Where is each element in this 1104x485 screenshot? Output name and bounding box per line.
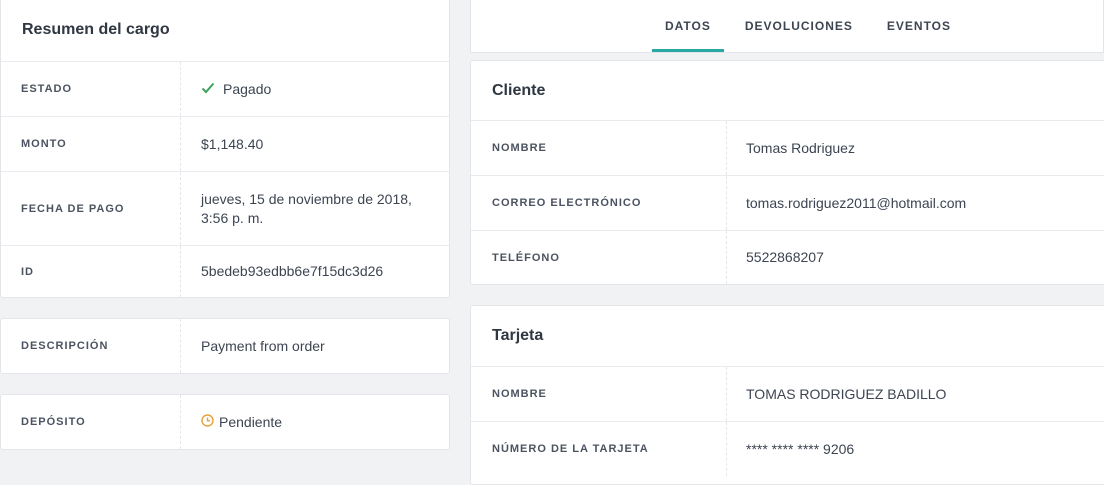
- payment-date-row: FECHA DE PAGO jueves, 15 de noviembre de…: [1, 171, 449, 245]
- deposit-text: Pendiente: [219, 413, 283, 430]
- id-row: ID 5bedeb93edbb6e7f15dc3d26: [1, 245, 449, 297]
- payment-date-line1: jueves, 15 de noviembre de 2018,: [201, 190, 412, 207]
- card-number-value: **** **** **** 9206: [746, 440, 855, 457]
- status-row: ESTADO Pagado: [1, 61, 449, 116]
- client-email-row: CORREO ELECTRÓNICO tomas.rodriguez2011@h…: [471, 175, 1104, 230]
- card-name-row: NOMBRE TOMAS RODRIGUEZ BADILLO: [471, 366, 1104, 421]
- deposit-label: DEPÓSITO: [1, 395, 181, 449]
- tab-datos[interactable]: DATOS: [651, 0, 724, 52]
- id-label: ID: [1, 246, 181, 297]
- description-value: Payment from order: [201, 337, 325, 354]
- deposit-value: Pendiente: [181, 395, 449, 449]
- payment-date-label: FECHA DE PAGO: [1, 172, 181, 245]
- client-email-label: CORREO ELECTRÓNICO: [471, 176, 727, 230]
- clock-icon: [201, 413, 214, 432]
- amount-value: $1,148.40: [201, 135, 264, 152]
- amount-row: MONTO $1,148.40: [1, 116, 449, 171]
- client-name-label: NOMBRE: [471, 121, 727, 175]
- tab-eventos[interactable]: EVENTOS: [874, 0, 964, 52]
- client-phone-row: TELÉFONO 5522868207: [471, 230, 1104, 284]
- amount-label: MONTO: [1, 117, 181, 171]
- charge-summary-title: Resumen del cargo: [22, 21, 170, 38]
- client-phone-value: 5522868207: [746, 249, 824, 265]
- card-name-label: NOMBRE: [471, 367, 727, 421]
- id-value: 5bedeb93edbb6e7f15dc3d26: [201, 263, 384, 279]
- deposit-card: DEPÓSITO Pendiente: [0, 394, 450, 450]
- description-label: DESCRIPCIÓN: [1, 319, 181, 373]
- client-title: Cliente: [492, 81, 546, 99]
- payment-date-value: jueves, 15 de noviembre de 2018, 3:56 p.…: [181, 172, 449, 245]
- status-value: Pagado: [181, 62, 449, 116]
- status-text: Pagado: [223, 80, 272, 97]
- card-name-value: TOMAS RODRIGUEZ BADILLO: [746, 385, 947, 402]
- check-icon: [201, 80, 215, 99]
- client-name-row: NOMBRE Tomas Rodriguez: [471, 120, 1104, 175]
- client-email-value: tomas.rodriguez2011@hotmail.com: [746, 194, 967, 211]
- client-phone-label: TELÉFONO: [471, 231, 727, 284]
- client-card: Cliente NOMBRE Tomas Rodriguez CORREO EL…: [470, 60, 1104, 285]
- status-label: ESTADO: [1, 62, 181, 116]
- detail-tabs: DATOS DEVOLUCIONES EVENTOS: [470, 0, 1104, 53]
- payment-card-title: Tarjeta: [492, 327, 544, 344]
- client-name-value: Tomas Rodriguez: [746, 139, 855, 156]
- card-number-label: NÚMERO DE LA TARJETA: [471, 422, 727, 476]
- card-number-row: NÚMERO DE LA TARJETA **** **** **** 9206: [471, 421, 1104, 476]
- description-row: DESCRIPCIÓN Payment from order: [1, 319, 449, 373]
- charge-summary-card: Resumen del cargo ESTADO Pagado MONTO $1…: [0, 0, 450, 298]
- tab-devoluciones[interactable]: DEVOLUCIONES: [732, 0, 866, 52]
- payment-card-card: Tarjeta NOMBRE TOMAS RODRIGUEZ BADILLO N…: [470, 305, 1104, 485]
- payment-date-line2: 3:56 p. m.: [201, 209, 264, 226]
- description-card: DESCRIPCIÓN Payment from order: [0, 318, 450, 374]
- deposit-row: DEPÓSITO Pendiente: [1, 395, 449, 449]
